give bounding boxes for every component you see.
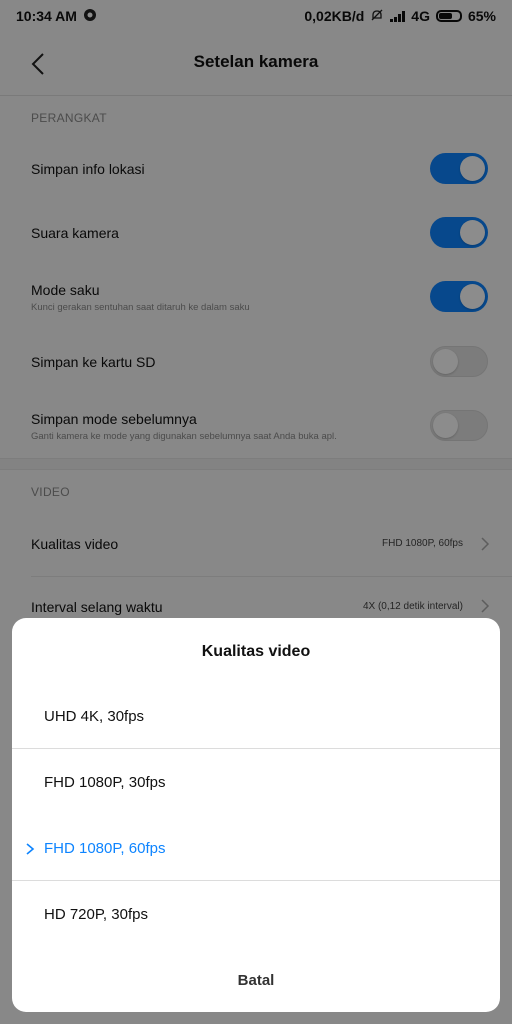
dialog-title: Kualitas video <box>201 643 311 660</box>
cancel-button[interactable]: Batal <box>12 958 500 1004</box>
option-label: FHD 1080P, 30fps <box>44 774 166 791</box>
option-uhd-4k-30fps[interactable]: UHD 4K, 30fps <box>12 684 500 748</box>
selected-chevron-icon <box>26 843 35 855</box>
option-fhd-1080p-60fps[interactable]: FHD 1080P, 60fps <box>12 816 500 880</box>
option-divider <box>12 880 500 881</box>
option-divider <box>12 748 500 749</box>
video-quality-dialog: Kualitas video UHD 4K, 30fps FHD 1080P, … <box>12 618 500 1012</box>
option-hd-720p-30fps[interactable]: HD 720P, 30fps <box>12 882 500 946</box>
option-label: HD 720P, 30fps <box>44 906 148 923</box>
option-label: UHD 4K, 30fps <box>44 708 145 725</box>
option-fhd-1080p-30fps[interactable]: FHD 1080P, 30fps <box>12 750 500 814</box>
option-label: FHD 1080P, 60fps <box>44 840 166 857</box>
